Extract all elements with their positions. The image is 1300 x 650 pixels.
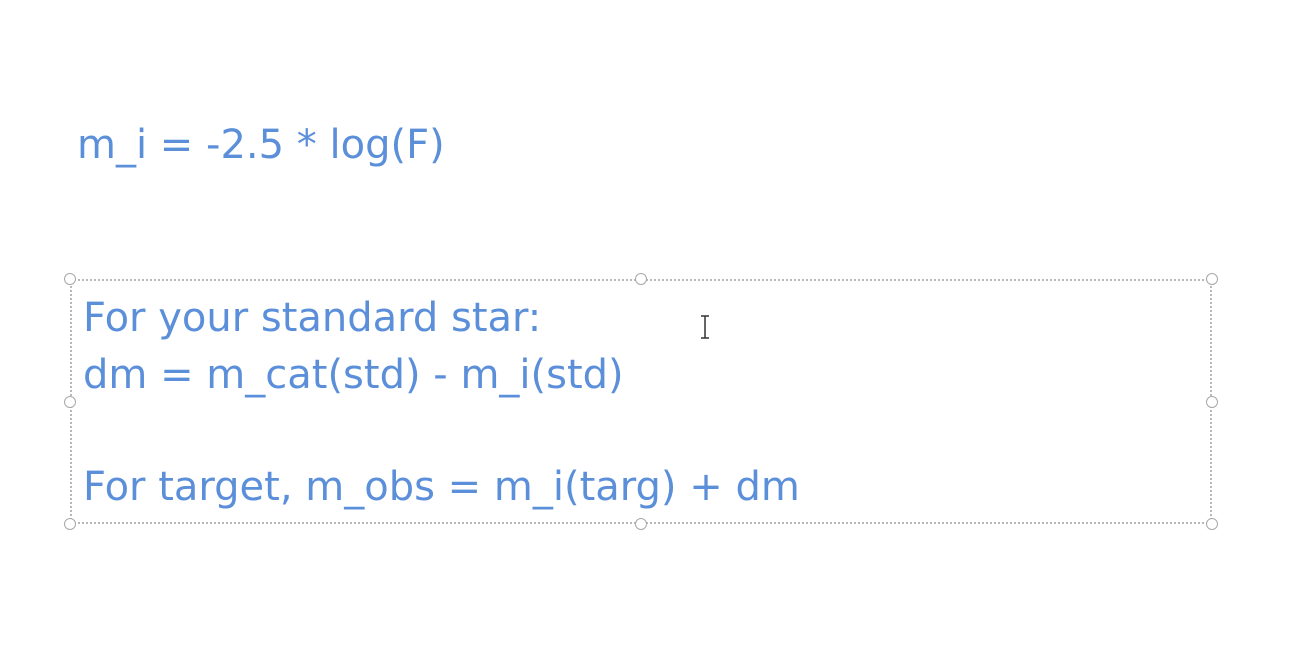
- resize-handle-top-center[interactable]: [635, 273, 647, 285]
- resize-handle-top-right[interactable]: [1206, 273, 1218, 285]
- resize-handle-bottom-right[interactable]: [1206, 518, 1218, 530]
- resize-handle-middle-right[interactable]: [1206, 396, 1218, 408]
- text-cursor-icon: [701, 315, 709, 339]
- resize-handle-top-left[interactable]: [64, 273, 76, 285]
- standard-star-heading: For your standard star:: [83, 295, 542, 341]
- resize-handle-middle-left[interactable]: [64, 396, 76, 408]
- resize-handle-bottom-center[interactable]: [635, 518, 647, 530]
- dm-formula: dm = m_cat(std) - m_i(std): [83, 352, 624, 398]
- formula-textbox[interactable]: m_i = -2.5 * log(F): [77, 125, 445, 165]
- target-formula: For target, m_obs = m_i(targ) + dm: [83, 464, 800, 510]
- slide-canvas[interactable]: m_i = -2.5 * log(F) For your standard st…: [0, 0, 1300, 650]
- selected-textbox[interactable]: For your standard star: dm = m_cat(std) …: [70, 279, 1212, 524]
- formula-text: m_i = -2.5 * log(F): [77, 122, 445, 168]
- resize-handle-bottom-left[interactable]: [64, 518, 76, 530]
